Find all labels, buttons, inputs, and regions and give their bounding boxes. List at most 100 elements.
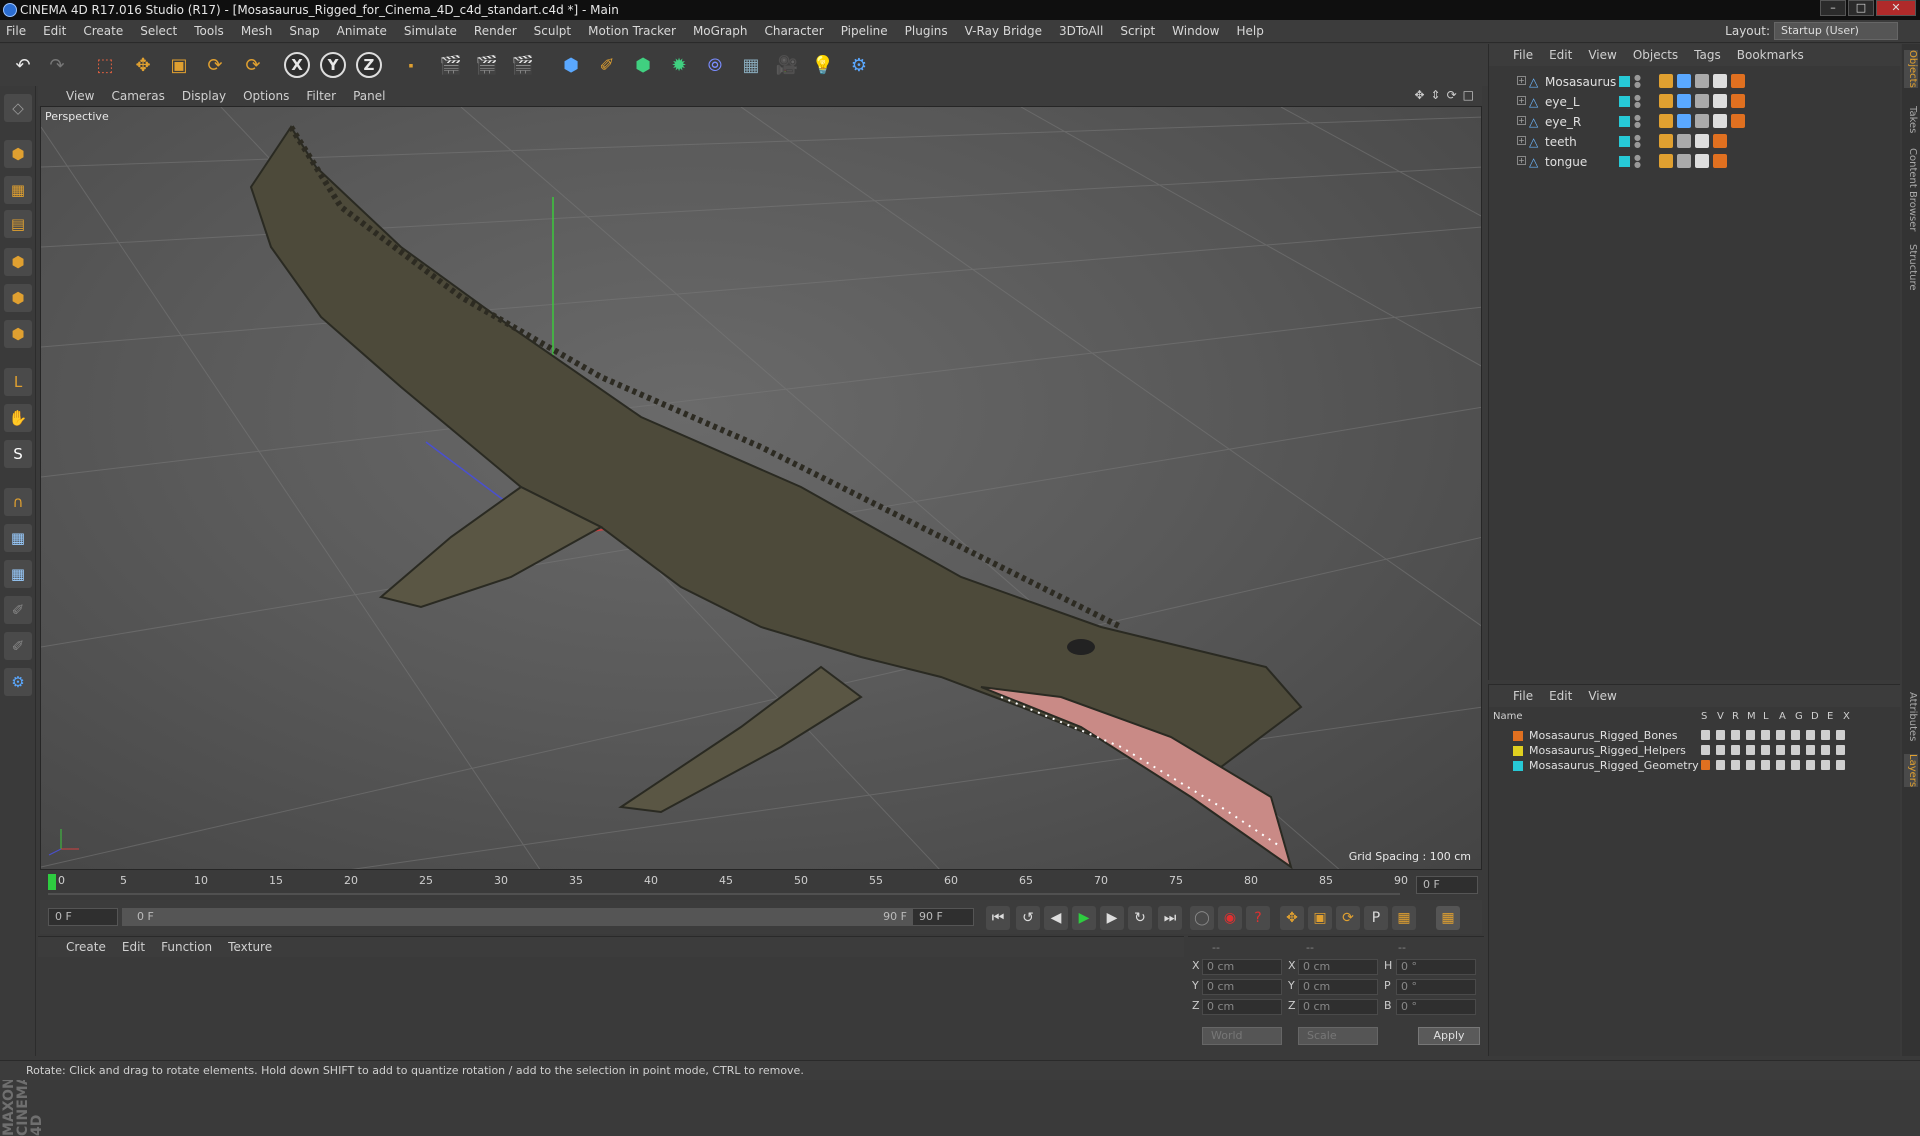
menu-3dtoall[interactable]: 3DToAll	[1059, 24, 1103, 38]
menu-pipeline[interactable]: Pipeline	[841, 24, 888, 38]
close-button[interactable]: ✕	[1876, 0, 1916, 16]
visibility-dots[interactable]: ● ●	[1634, 134, 1641, 149]
object-row-tongue[interactable]: + △ tongue ● ●	[1489, 152, 1901, 172]
motion-recording-icon[interactable]: ◯	[1190, 906, 1214, 930]
apply-button[interactable]: Apply	[1418, 1027, 1480, 1045]
layer-color-swatch[interactable]	[1619, 96, 1630, 107]
viewport-menu-options[interactable]: Options	[243, 89, 289, 103]
layer-color-swatch[interactable]	[1619, 116, 1630, 127]
planar-workplane-icon[interactable]: ▦	[4, 560, 32, 588]
menu-render[interactable]: Render	[474, 24, 517, 38]
layer-color-swatch[interactable]	[1619, 156, 1630, 167]
points-mode-icon[interactable]: ⬢	[4, 248, 32, 276]
visibility-dots[interactable]: ● ●	[1634, 114, 1641, 129]
axis-mode-icon[interactable]: L	[4, 368, 32, 396]
polygons-mode-icon[interactable]: ⬢	[4, 320, 32, 348]
minimize-button[interactable]: –	[1820, 0, 1846, 16]
object-name[interactable]: Mosasaurus	[1545, 75, 1616, 89]
menu-animate[interactable]: Animate	[337, 24, 387, 38]
lm-menu-edit[interactable]: Edit	[1549, 689, 1572, 703]
python-icon[interactable]: ⚙	[844, 50, 874, 80]
tag-icon[interactable]	[1731, 94, 1745, 108]
layer-toggle-icons[interactable]	[1701, 730, 1845, 742]
object-row-eye-l[interactable]: + △ eye_L ● ●	[1489, 92, 1901, 112]
move-icon[interactable]: ✥	[128, 50, 158, 80]
object-row-teeth[interactable]: + △ teeth ● ●	[1489, 132, 1901, 152]
tab-content-browser[interactable]: Content Browser	[1904, 148, 1918, 231]
viewport-menu-display[interactable]: Display	[182, 89, 226, 103]
layer-toggle-icons[interactable]	[1701, 745, 1845, 757]
object-name[interactable]: eye_R	[1545, 115, 1581, 129]
menu-create[interactable]: Create	[83, 24, 123, 38]
menu-simulate[interactable]: Simulate	[404, 24, 457, 38]
tag-icon[interactable]	[1659, 114, 1673, 128]
column-deformers[interactable]: D	[1811, 711, 1819, 722]
tab-attributes[interactable]: Attributes	[1904, 692, 1918, 741]
go-to-end-icon[interactable]: ⏭	[1158, 906, 1182, 930]
z-axis-lock-icon[interactable]: Z	[356, 52, 382, 78]
om-menu-objects[interactable]: Objects	[1633, 48, 1678, 62]
live-selection-icon[interactable]: ⬚	[90, 50, 120, 80]
rotate-icon[interactable]: ⟳	[200, 50, 230, 80]
recent-tool-icon[interactable]: ⟳	[238, 50, 268, 80]
layer-color-swatch[interactable]	[1513, 761, 1523, 771]
layer-color-swatch[interactable]	[1513, 731, 1523, 741]
orbit-icon[interactable]: ⟳	[1447, 88, 1457, 102]
position-x-input[interactable]: 0 cm	[1202, 959, 1282, 975]
workplane-mode-icon[interactable]: ▤	[4, 210, 32, 238]
rotation-h-input[interactable]: 0 °	[1396, 959, 1476, 975]
scale-icon[interactable]: ▣	[164, 50, 194, 80]
mosasaurus-model[interactable]	[249, 125, 1303, 869]
timeline-ruler[interactable]: 0 5 10 15 20 25 30 35 40 45 50 55 60 65 …	[40, 872, 1482, 898]
layer-name[interactable]: Mosasaurus_Rigged_Helpers	[1529, 744, 1686, 757]
tag-icon[interactable]	[1677, 134, 1691, 148]
layer-color-swatch[interactable]	[1619, 136, 1630, 147]
tag-icon[interactable]	[1659, 74, 1673, 88]
edges-mode-icon[interactable]: ⬢	[4, 284, 32, 312]
material-menu-texture[interactable]: Texture	[228, 940, 272, 954]
tag-icon[interactable]	[1659, 94, 1673, 108]
om-menu-view[interactable]: View	[1588, 48, 1616, 62]
tab-takes[interactable]: Takes	[1904, 106, 1918, 133]
object-row-eye-r[interactable]: + △ eye_R ● ●	[1489, 112, 1901, 132]
expand-toggle[interactable]: +	[1517, 136, 1526, 145]
coordinate-mode-select[interactable]: World	[1202, 1027, 1282, 1045]
tag-icon[interactable]	[1731, 114, 1745, 128]
expand-toggle[interactable]: +	[1517, 116, 1526, 125]
lm-menu-file[interactable]: File	[1513, 689, 1533, 703]
object-name[interactable]: teeth	[1545, 135, 1577, 149]
maximize-view-icon[interactable]: □	[1463, 88, 1474, 102]
position-y-input[interactable]: 0 cm	[1202, 979, 1282, 995]
viewport-menu-filter[interactable]: Filter	[306, 89, 336, 103]
tag-icon[interactable]	[1677, 74, 1691, 88]
frame-range-slider[interactable]: 0 F 90 F	[122, 908, 922, 926]
key-rotation-icon[interactable]: ⟳	[1336, 906, 1360, 930]
layer-name[interactable]: Mosasaurus_Rigged_Bones	[1529, 729, 1678, 742]
menu-sculpt[interactable]: Sculpt	[534, 24, 571, 38]
menu-snap[interactable]: Snap	[289, 24, 319, 38]
column-expressions[interactable]: E	[1827, 711, 1833, 722]
tag-icon[interactable]	[1659, 154, 1673, 168]
tag-icon[interactable]	[1677, 154, 1691, 168]
column-xrefs[interactable]: X	[1843, 711, 1850, 722]
layer-color-swatch[interactable]	[1513, 746, 1523, 756]
menu-file[interactable]: File	[6, 24, 26, 38]
column-animation[interactable]: A	[1779, 711, 1786, 722]
pan-icon[interactable]: ✥	[1414, 88, 1424, 102]
x-axis-lock-icon[interactable]: X	[284, 52, 310, 78]
viewport-menu-panel[interactable]: Panel	[353, 89, 385, 103]
model-mode-icon[interactable]: ⬢	[4, 140, 32, 168]
brush-icon[interactable]: ✐	[4, 632, 32, 660]
viewport-menu-view[interactable]: View	[66, 89, 94, 103]
column-locked[interactable]: L	[1763, 711, 1769, 722]
play-icon[interactable]: ▶	[1072, 906, 1096, 930]
current-frame-field[interactable]: 0 F	[1416, 876, 1478, 894]
menu-help[interactable]: Help	[1236, 24, 1263, 38]
column-generators[interactable]: G	[1795, 711, 1803, 722]
tab-layers[interactable]: Layers	[1904, 754, 1918, 788]
render-view-icon[interactable]: 🎬	[436, 50, 466, 80]
material-menu-create[interactable]: Create	[66, 940, 106, 954]
key-scale-icon[interactable]: ▣	[1308, 906, 1332, 930]
om-menu-tags[interactable]: Tags	[1694, 48, 1721, 62]
position-z-input[interactable]: 0 cm	[1202, 999, 1282, 1015]
